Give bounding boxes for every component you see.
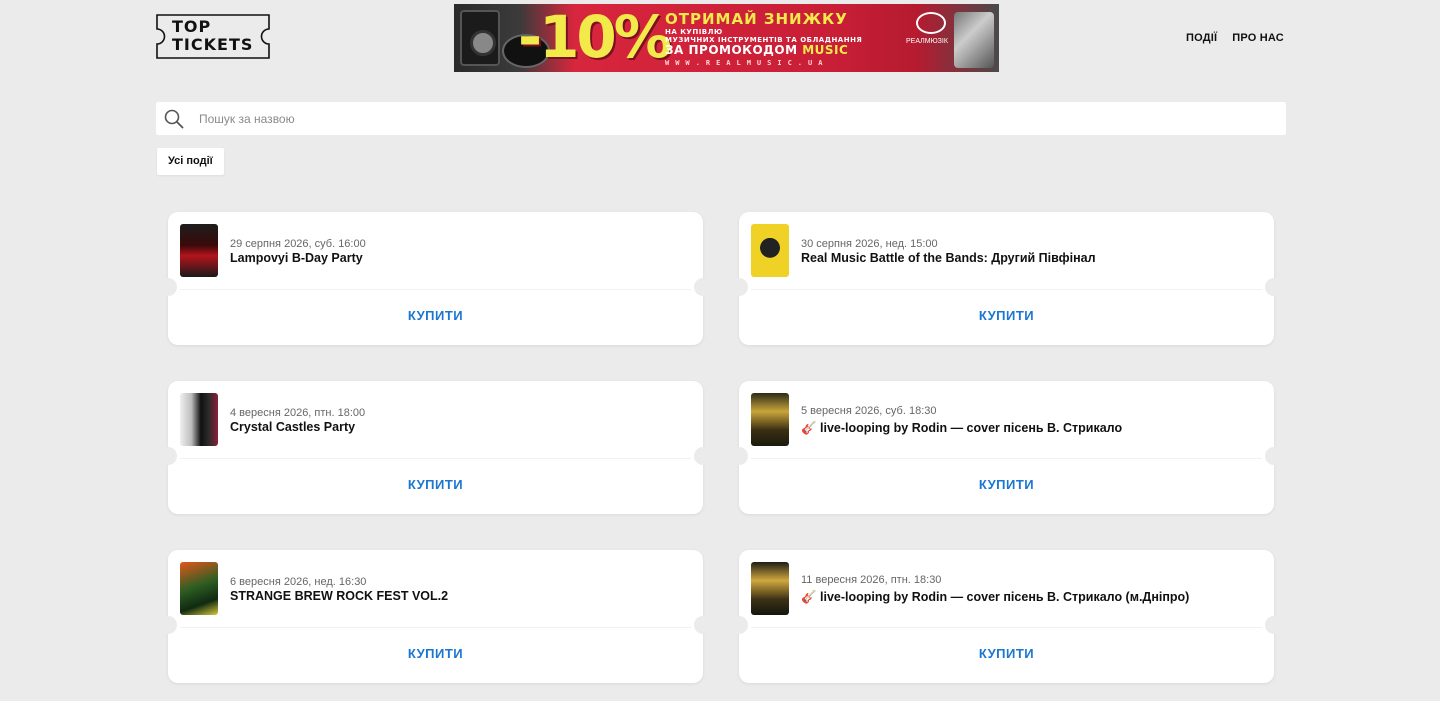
event-card: 5 вересня 2026, суб. 18:30 🎸 live-loopin… (730, 381, 1283, 514)
event-date: 30 серпня 2026, нед. 15:00 (801, 238, 938, 250)
event-card: 30 серпня 2026, нед. 15:00 Real Music Ba… (730, 212, 1283, 345)
logo-text: TOP TICKETS (172, 18, 253, 54)
banner-headline: ОТРИМАЙ ЗНИЖКУ (665, 10, 848, 28)
main-nav: ПОДІЇ ПРО НАС (1186, 32, 1284, 44)
site-logo[interactable]: TOP TICKETS (156, 14, 270, 59)
card-divider (751, 289, 1262, 290)
banner-url: WWW.REALMUSIC.UA (665, 59, 829, 67)
event-card: 11 вересня 2026, птн. 18:30 🎸 live-loopi… (730, 550, 1283, 683)
banner-discount: -10% (518, 4, 672, 71)
event-date: 11 вересня 2026, птн. 18:30 (801, 574, 942, 586)
card-divider (180, 289, 691, 290)
event-date: 6 вересня 2026, нед. 16:30 (230, 576, 367, 588)
event-poster-image[interactable] (751, 393, 789, 446)
buy-ticket-button[interactable]: КУПИТИ (168, 646, 703, 661)
event-poster-image[interactable] (180, 393, 218, 446)
event-date: 29 серпня 2026, суб. 16:00 (230, 238, 366, 250)
search-input[interactable] (199, 102, 1279, 135)
event-date: 5 вересня 2026, суб. 18:30 (801, 405, 937, 417)
all-events-filter-button[interactable]: Усі події (157, 148, 224, 175)
search-icon[interactable] (164, 109, 184, 129)
event-title[interactable]: Real Music Battle of the Bands: Другий П… (801, 251, 1096, 265)
banner-promo-code: MUSIC (802, 43, 849, 57)
buy-ticket-button[interactable]: КУПИТИ (168, 477, 703, 492)
event-poster-image[interactable] (180, 562, 218, 615)
logo-line-1: TOP (172, 17, 212, 36)
banner-subline-1: НА КУПІВЛЮ (665, 28, 723, 36)
banner-promo: ЗА ПРОМОКОДОМ MUSIC (665, 43, 848, 57)
event-card: 29 серпня 2026, суб. 16:00 Lampovyi B-Da… (159, 212, 712, 345)
nav-events-link[interactable]: ПОДІЇ (1186, 32, 1217, 44)
banner-brand: РЕАЛМЮЗІК (906, 38, 948, 45)
buy-ticket-button[interactable]: КУПИТИ (739, 308, 1274, 323)
search-bar (156, 102, 1286, 135)
buy-ticket-button[interactable]: КУПИТИ (739, 477, 1274, 492)
speaker-graphic (460, 10, 500, 66)
guitar-graphic (954, 12, 994, 68)
promo-banner[interactable]: -10% ОТРИМАЙ ЗНИЖКУ НА КУПІВЛЮ МУЗИЧНИХ … (454, 4, 999, 72)
event-date: 4 вересня 2026, птн. 18:00 (230, 407, 366, 419)
event-title[interactable]: 🎸 live-looping by Rodin — cover пісень В… (801, 590, 1189, 605)
event-card: 4 вересня 2026, птн. 18:00 Crystal Castl… (159, 381, 712, 514)
event-poster-image[interactable] (180, 224, 218, 277)
event-card: 6 вересня 2026, нед. 16:30 STRANGE BREW … (159, 550, 712, 683)
nav-about-link[interactable]: ПРО НАС (1232, 32, 1284, 44)
banner-promo-prefix: ЗА ПРОМОКОДОМ (665, 43, 798, 57)
card-divider (180, 458, 691, 459)
logo-line-2: TICKETS (172, 35, 254, 54)
event-title[interactable]: Crystal Castles Party (230, 420, 355, 434)
event-title[interactable]: STRANGE BREW ROCK FEST VOL.2 (230, 589, 448, 603)
card-divider (180, 627, 691, 628)
banner-subline: НА КУПІВЛЮ МУЗИЧНИХ ІНСТРУМЕНТІВ ТА ОБЛА… (665, 28, 862, 44)
card-divider (751, 458, 1262, 459)
event-title[interactable]: 🎸 live-looping by Rodin — cover пісень В… (801, 421, 1122, 436)
buy-ticket-button[interactable]: КУПИТИ (739, 646, 1274, 661)
event-poster-image[interactable] (751, 224, 789, 277)
card-divider (751, 627, 1262, 628)
buy-ticket-button[interactable]: КУПИТИ (168, 308, 703, 323)
brand-logo-icon (916, 12, 946, 34)
event-poster-image[interactable] (751, 562, 789, 615)
event-title[interactable]: Lampovyi B-Day Party (230, 251, 363, 265)
